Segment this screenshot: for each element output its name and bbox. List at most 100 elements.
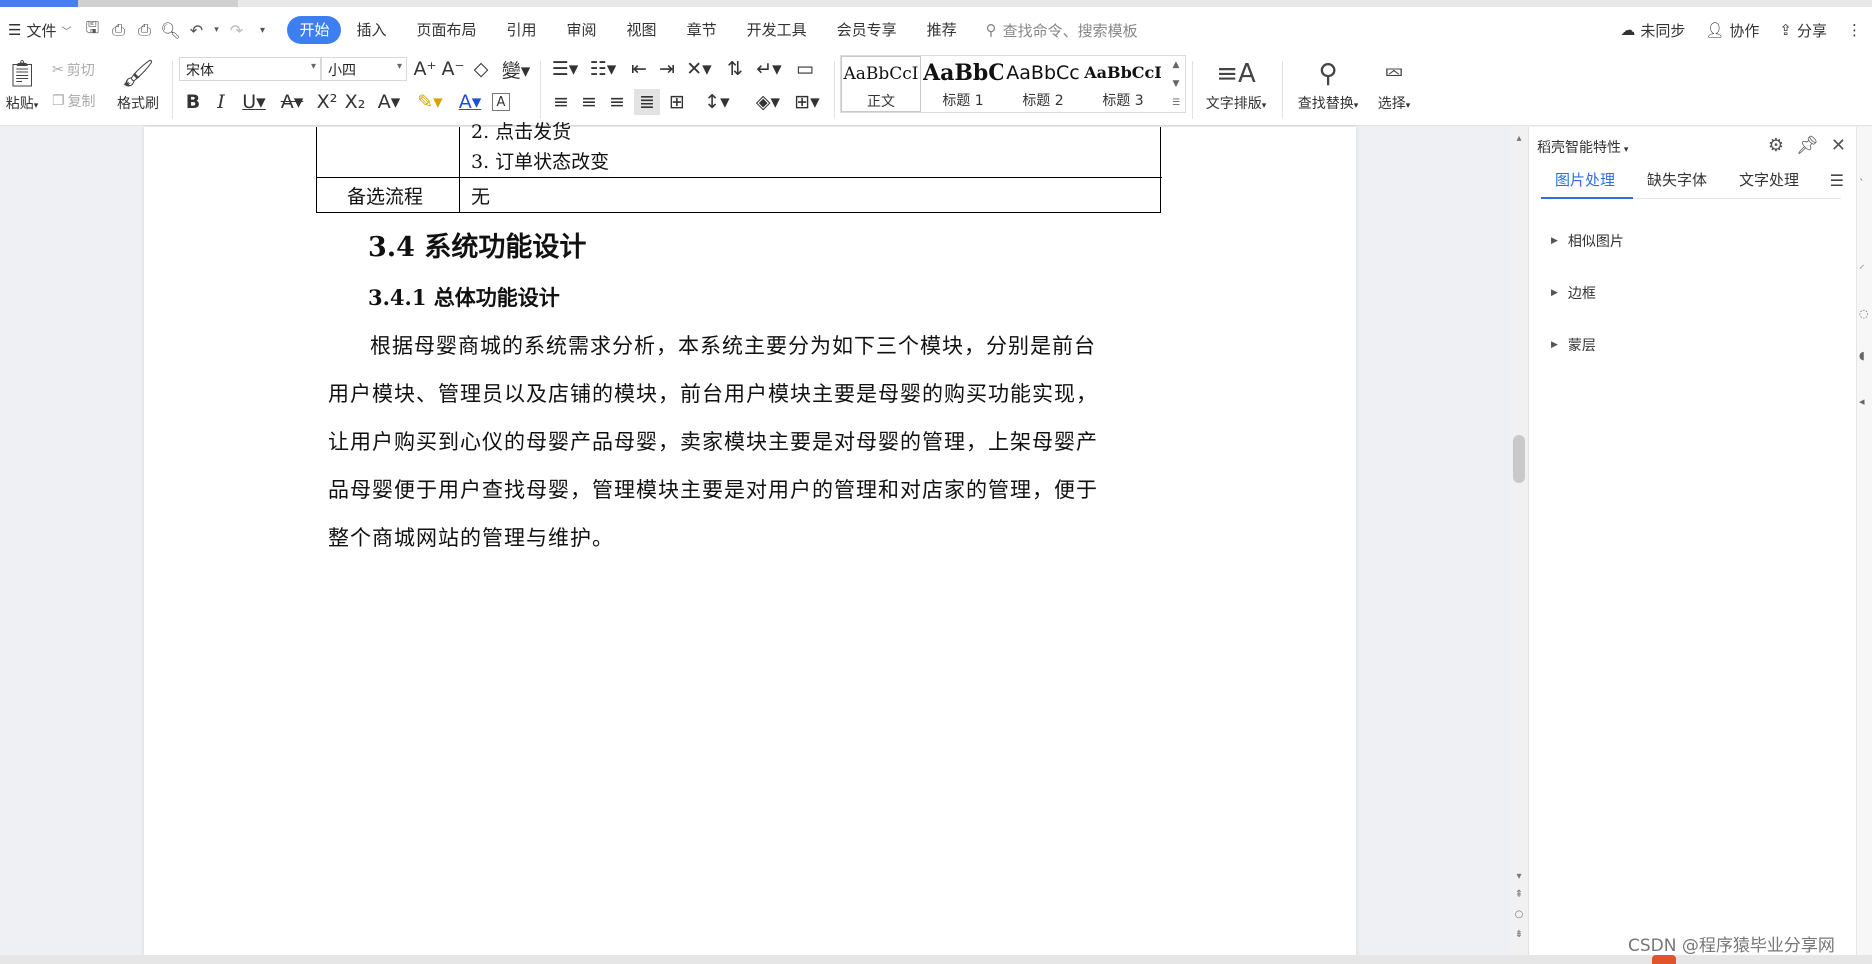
tab-home[interactable]: 开始: [287, 16, 342, 44]
clear-format-icon[interactable]: ◇: [468, 56, 494, 82]
close-icon[interactable]: ✕: [1831, 135, 1846, 156]
chinese-layout-icon[interactable]: ✕▾: [682, 56, 716, 82]
align-center-icon[interactable]: ≡: [576, 89, 602, 115]
shrink-font-icon[interactable]: A⁻: [440, 56, 466, 82]
sidebar-tool-icon[interactable]: ˋ: [1859, 177, 1871, 190]
tab-insert[interactable]: 插入: [341, 16, 401, 44]
panel-menu-icon[interactable]: ☰: [1830, 171, 1844, 190]
select-browse-object-icon[interactable]: ○: [1510, 909, 1528, 920]
highlight-icon[interactable]: ✎▾: [412, 89, 448, 115]
collaborate-button[interactable]: 👤︎ 协作: [1695, 20, 1769, 41]
gear-icon[interactable]: ⚙: [1768, 135, 1784, 156]
character-border-icon[interactable]: A: [492, 93, 510, 111]
tab-image-processing[interactable]: 图片处理: [1555, 169, 1615, 190]
chevron-up-icon[interactable]: ▲: [1173, 60, 1180, 70]
undo-icon[interactable]: ↶: [186, 20, 206, 40]
align-left-icon[interactable]: ≡: [548, 89, 574, 115]
distribute-icon[interactable]: ⊞: [664, 89, 690, 115]
numbering-icon[interactable]: ☷▾: [586, 56, 620, 82]
sidebar-tool-icon[interactable]: ◖: [1859, 349, 1871, 362]
style-heading1[interactable]: AaBbC 标题 1: [923, 56, 1003, 112]
previous-page-icon[interactable]: ⇞: [1510, 889, 1528, 900]
find-replace-button[interactable]: ⚲ 查找替换▾: [1290, 55, 1366, 113]
active-window-tab[interactable]: [0, 0, 78, 7]
panel-title[interactable]: 稻壳智能特性 ▾: [1537, 137, 1628, 157]
floating-badge[interactable]: [1652, 955, 1676, 964]
sidebar-tool-icon[interactable]: ◌: [1859, 307, 1871, 320]
tab-page-layout[interactable]: 页面布局: [402, 16, 492, 44]
font-color-icon[interactable]: A▾: [452, 89, 488, 115]
style-gallery-scroll[interactable]: ▲ ▼ ☰: [1168, 55, 1184, 113]
strikethrough-icon[interactable]: A▾: [274, 89, 310, 115]
redo-icon[interactable]: ↷: [226, 20, 246, 40]
borders-icon[interactable]: ⊞▾: [790, 89, 824, 115]
document-page[interactable]: 2. 点击发货 3. 订单状态改变 备选流程 无 3.4 系统功能设计 3.4.…: [144, 121, 1356, 957]
undo-dropdown-icon[interactable]: ▾: [212, 20, 220, 40]
bold-icon[interactable]: B: [180, 89, 206, 115]
tab-developer[interactable]: 开发工具: [732, 16, 822, 44]
section-border[interactable]: ▶ 边框: [1551, 283, 1596, 303]
style-normal[interactable]: AaBbCcI 正文: [841, 56, 921, 112]
text-layout-button[interactable]: ≡A 文字排版▾: [1198, 55, 1274, 113]
pin-icon[interactable]: 📌︎: [1796, 135, 1819, 156]
file-menu[interactable]: ☰ 文件 ﹀: [0, 7, 79, 53]
scrollbar-thumb[interactable]: [1513, 435, 1525, 483]
decrease-indent-icon[interactable]: ⇤: [626, 56, 652, 82]
copy-button[interactable]: ❐ 复制: [52, 91, 96, 111]
phonetic-guide-icon[interactable]: 變▾: [498, 56, 534, 82]
style-heading3[interactable]: AaBbCcI 标题 3: [1083, 56, 1163, 112]
font-size-select[interactable]: 小四 ▾: [321, 57, 407, 81]
paste-button[interactable]: 📋︎ 粘贴▾: [2, 55, 42, 113]
ruler-icon[interactable]: ▭: [790, 56, 820, 82]
print-icon[interactable]: ⎙: [134, 20, 154, 40]
document-canvas[interactable]: 2. 点击发货 3. 订单状态改变 备选流程 无 3.4 系统功能设计 3.4.…: [0, 121, 1512, 964]
use-case-table[interactable]: 2. 点击发货 3. 订单状态改变 备选流程 无: [316, 121, 1162, 213]
grow-font-icon[interactable]: A⁺: [412, 56, 438, 82]
shading-icon[interactable]: ◈▾: [750, 89, 786, 115]
more-options-button[interactable]: ⋮: [1837, 21, 1872, 39]
increase-indent-icon[interactable]: ⇥: [654, 56, 680, 82]
align-right-icon[interactable]: ≡: [604, 89, 630, 115]
italic-icon[interactable]: I: [208, 89, 234, 115]
superscript-icon[interactable]: X²: [314, 89, 340, 115]
sidebar-tool-icon[interactable]: ◂: [1859, 395, 1871, 408]
section-similar-images[interactable]: ▶ 相似图片: [1551, 231, 1624, 251]
vertical-scrollbar[interactable]: ▴ ▾ ⇞ ○ ⇟: [1510, 127, 1528, 964]
chevron-down-icon[interactable]: ▼: [1173, 79, 1180, 89]
tab-recommend[interactable]: 推荐: [912, 16, 972, 44]
underline-icon[interactable]: U▾: [236, 89, 272, 115]
sidebar-tool-icon[interactable]: ⸝: [1859, 257, 1871, 271]
sort-icon[interactable]: ⇅: [722, 56, 748, 82]
scroll-down-icon[interactable]: ▾: [1510, 871, 1528, 882]
tab-view[interactable]: 视图: [612, 16, 672, 44]
sync-button[interactable]: ☁ 未同步: [1610, 20, 1695, 41]
section-mask[interactable]: ▶ 蒙层: [1551, 335, 1596, 355]
format-painter-button[interactable]: 🖌︎ 格式刷: [112, 55, 164, 113]
tab-section[interactable]: 章节: [672, 16, 732, 44]
font-name-select[interactable]: 宋体 ▾: [179, 57, 321, 81]
tab-references[interactable]: 引用: [492, 16, 552, 44]
share-button[interactable]: ⇪ 分享: [1769, 20, 1837, 41]
save-icon[interactable]: 🖫: [82, 18, 102, 40]
scroll-up-icon[interactable]: ▴: [1510, 133, 1528, 144]
style-heading2[interactable]: AaBbCc 标题 2: [1003, 56, 1083, 112]
tab-review[interactable]: 审阅: [552, 16, 612, 44]
export-pdf-icon[interactable]: ⎙: [108, 20, 128, 40]
select-button[interactable]: ⮹ 选择▾: [1370, 55, 1418, 113]
print-preview-icon[interactable]: 🔍︎: [160, 20, 180, 40]
tab-missing-fonts[interactable]: 缺失字体: [1647, 169, 1707, 190]
next-page-icon[interactable]: ⇟: [1510, 929, 1528, 940]
window-tab[interactable]: [78, 0, 238, 7]
justify-icon[interactable]: ≣: [634, 89, 660, 115]
tab-member[interactable]: 会员专享: [822, 16, 912, 44]
line-break-icon[interactable]: ↵▾: [752, 56, 786, 82]
text-effect-icon[interactable]: A▾: [372, 89, 406, 115]
command-search[interactable]: ⚲ 查找命令、搜索模板: [986, 20, 1138, 41]
expand-gallery-icon[interactable]: ☰: [1172, 98, 1180, 108]
tab-text-processing[interactable]: 文字处理: [1739, 169, 1799, 190]
line-spacing-icon[interactable]: ↕▾: [700, 89, 734, 115]
subscript-icon[interactable]: X₂: [342, 89, 368, 115]
cut-button[interactable]: ✂ 剪切: [52, 60, 95, 80]
quick-access-more-icon[interactable]: ▾: [252, 20, 272, 40]
bullets-icon[interactable]: ☰▾: [548, 56, 582, 82]
